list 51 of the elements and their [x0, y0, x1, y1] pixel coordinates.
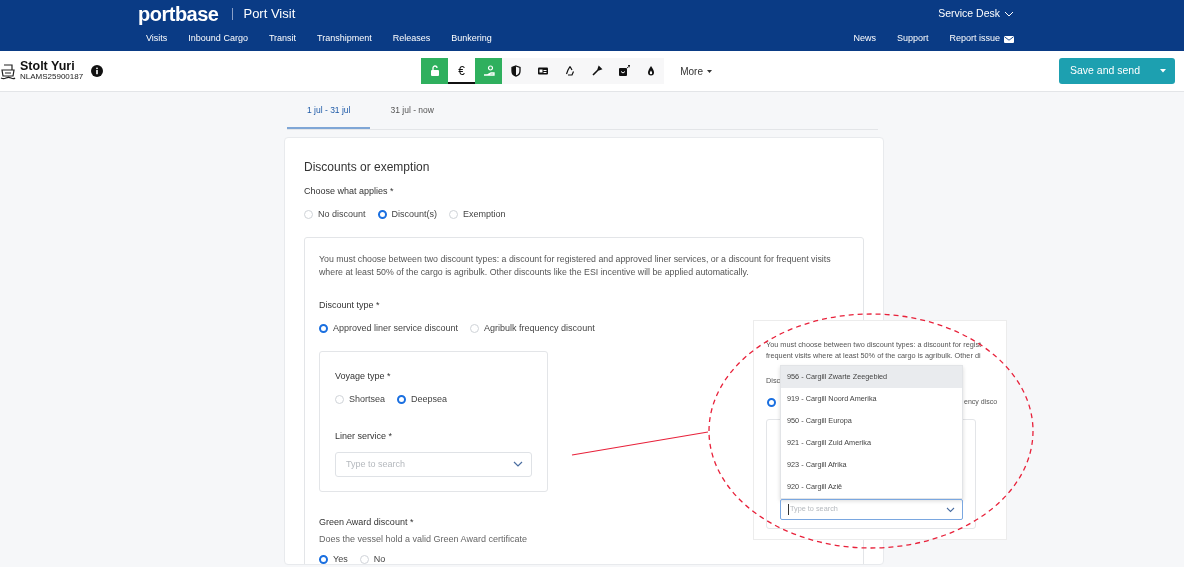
- radio-option[interactable]: Agribulk frequency discount: [470, 321, 595, 336]
- radio-option[interactable]: No discount: [304, 207, 366, 221]
- recycle-icon: [563, 65, 576, 77]
- envelope-icon: [1004, 35, 1014, 43]
- radio-option[interactable]: Approved liner service discount: [319, 321, 459, 336]
- info-icon[interactable]: [91, 65, 104, 77]
- caret-icon: [706, 69, 712, 73]
- nav-link[interactable]: Transit: [268, 32, 297, 46]
- section-title: Discounts or exemption: [304, 159, 431, 176]
- ship-icon: [0, 62, 16, 80]
- field-label: Liner service *: [335, 430, 394, 444]
- toolbar-button[interactable]: [637, 58, 665, 84]
- nav-link[interactable]: News: [853, 32, 876, 46]
- id-card-icon: [536, 65, 549, 77]
- nav-link[interactable]: Releases: [392, 32, 431, 46]
- radio-option[interactable]: Exemption: [449, 207, 506, 221]
- inbox-export-icon: [617, 65, 630, 77]
- radio-option[interactable]: Deepsea: [397, 392, 448, 407]
- portbase-logo[interactable]: portbase: [138, 3, 219, 24]
- radio-option[interactable]: No: [359, 552, 386, 564]
- chevron-icon: [513, 461, 523, 468]
- nav-link[interactable]: Visits: [146, 32, 168, 46]
- nav-link[interactable]: Support: [896, 32, 929, 46]
- field-label: Choose what applies *: [304, 185, 395, 198]
- caret-icon: [1160, 69, 1166, 73]
- radio-option[interactable]: Yes: [319, 552, 348, 564]
- date-tab[interactable]: 31 jul - now: [370, 92, 454, 129]
- field-label: Voyage type *: [335, 370, 392, 384]
- toolbar-button[interactable]: [502, 58, 530, 84]
- report-issue-link[interactable]: Report issue: [949, 32, 1014, 46]
- radio-option[interactable]: Shortsea: [335, 392, 386, 407]
- nav-link[interactable]: Transhipment: [317, 32, 372, 46]
- radio-option[interactable]: Discount(s): [377, 207, 438, 221]
- shield-icon: [509, 65, 522, 77]
- chevron-icon: [1004, 10, 1014, 17]
- radio-button[interactable]: [767, 398, 776, 407]
- field-label: Discount type *: [319, 299, 381, 313]
- date-tab[interactable]: 1 jul - 31 jul: [287, 92, 371, 129]
- nav-link[interactable]: Bunkering: [451, 32, 492, 46]
- field-label: Green Award discount *: [319, 515, 415, 529]
- more-menu[interactable]: More: [674, 62, 718, 80]
- chevron-icon: [946, 506, 955, 513]
- field-hint: Does the vessel hold a valid Green Award certificate: [319, 533, 528, 547]
- lock-icon: [428, 65, 441, 77]
- vessel-name: Stolt Yuri: [20, 60, 76, 73]
- nav-link[interactable]: Inbound Cargo: [188, 32, 248, 46]
- visit-id: NLAMS25900187: [20, 72, 84, 82]
- service-desk-menu[interactable]: Service Desk: [938, 5, 1014, 22]
- intro-text: You must choose between two discount types: a discount for registered and approved liner services, or a discount for frequent visits where at least 50% of the cargo is agribulk. Other discounts like the ESI incentive will be applied automatically.: [319, 253, 832, 280]
- wrench-icon: [590, 65, 603, 77]
- app-title: Port Visit: [243, 4, 296, 23]
